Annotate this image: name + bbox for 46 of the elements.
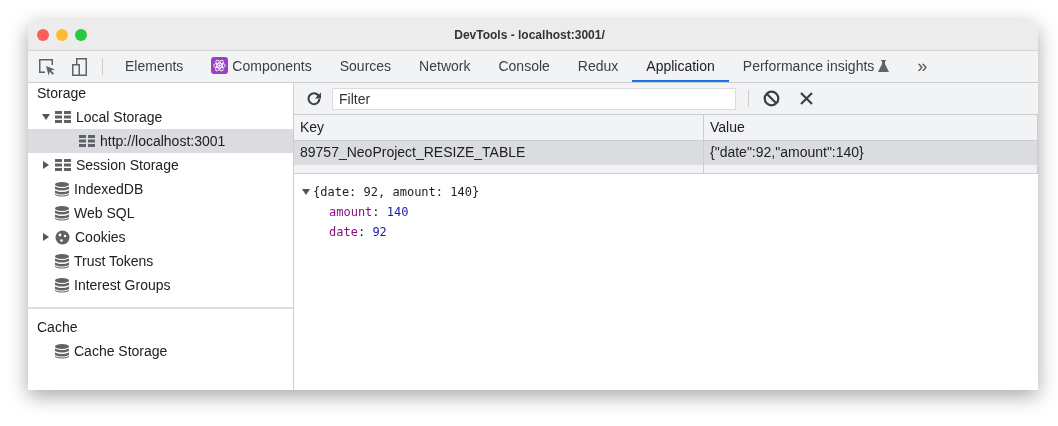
- tab[interactable]: Console: [484, 51, 564, 82]
- table-icon: [55, 111, 71, 123]
- window-title: DevTools - localhost:3001/: [453, 28, 606, 42]
- sidebar-item[interactable]: Local Storage: [28, 105, 293, 129]
- cookie-icon: [55, 229, 70, 245]
- object-property: date: 92: [329, 224, 387, 241]
- tab[interactable]: Performance insights: [728, 51, 904, 82]
- close-button[interactable]: [37, 29, 49, 41]
- sidebar-item[interactable]: Cookies: [28, 225, 293, 249]
- atom-icon: [211, 57, 229, 74]
- tab[interactable]: Components: [197, 51, 326, 82]
- section-title: Cache: [36, 318, 79, 337]
- more-tabs-button[interactable]: »: [903, 51, 942, 82]
- database-icon: [55, 343, 69, 359]
- sidebar-item[interactable]: http://localhost:3001: [28, 129, 293, 153]
- tab[interactable]: Elements: [111, 51, 198, 82]
- sidebar-item[interactable]: Interest Groups: [28, 273, 293, 297]
- table-cell[interactable]: 89757_NeoProject_RESIZE_TABLE: [294, 141, 704, 165]
- table-cell[interactable]: {"date":92,"amount":140}: [704, 141, 1038, 165]
- sidebar-item[interactable]: Trust Tokens: [28, 249, 293, 273]
- database-icon: [55, 181, 69, 197]
- tab[interactable]: Network: [405, 51, 485, 82]
- database-icon: [55, 205, 69, 221]
- object-summary: {date: 92, amount: 140}: [313, 184, 480, 201]
- table-icon: [55, 159, 71, 171]
- sidebar-item[interactable]: Cache Storage: [28, 339, 293, 363]
- expanded-arrow-icon[interactable]: [302, 188, 310, 196]
- database-icon: [55, 277, 69, 293]
- column-header[interactable]: Value: [704, 115, 1038, 141]
- sidebar-item[interactable]: Session Storage: [28, 153, 293, 177]
- collapsed-arrow-icon[interactable]: [42, 233, 50, 241]
- table-icon: [79, 135, 95, 147]
- expanded-arrow-icon[interactable]: [42, 113, 50, 121]
- sidebar-item[interactable]: Web SQL: [28, 201, 293, 225]
- tab[interactable]: Sources: [325, 51, 406, 82]
- section-title: Storage: [36, 84, 88, 103]
- flask-icon: [878, 59, 890, 72]
- filter-field[interactable]: Filter: [332, 87, 736, 110]
- database-icon: [55, 253, 69, 269]
- tab[interactable]: Redux: [563, 51, 633, 82]
- sidebar-item[interactable]: IndexedDB: [28, 177, 293, 201]
- object-property: amount: 140: [329, 204, 409, 221]
- column-header[interactable]: Key: [294, 115, 704, 141]
- clear-all-icon[interactable]: [761, 88, 782, 109]
- collapsed-arrow-icon[interactable]: [42, 161, 50, 169]
- delete-icon[interactable]: [798, 90, 815, 107]
